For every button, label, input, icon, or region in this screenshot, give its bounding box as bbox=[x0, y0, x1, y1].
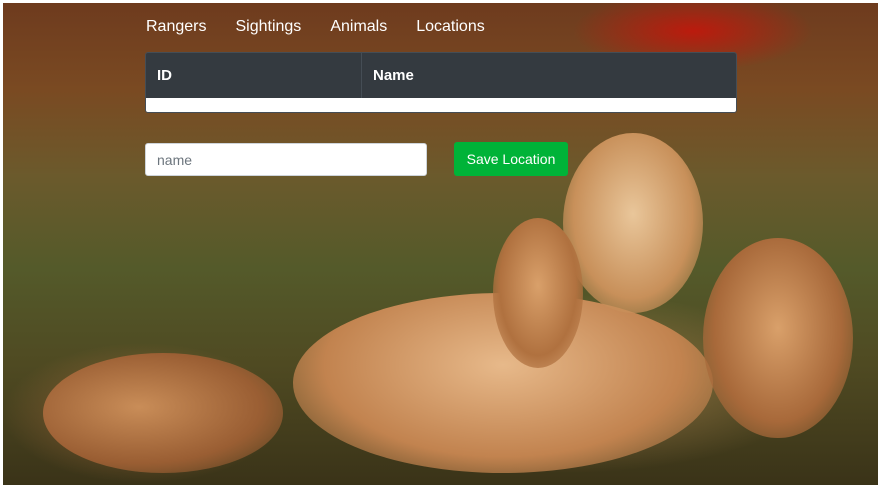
lioness-head-shape bbox=[563, 133, 703, 313]
table-body bbox=[146, 98, 736, 112]
cub-left-shape bbox=[43, 353, 283, 473]
save-location-button[interactable]: Save Location bbox=[454, 142, 568, 176]
top-nav: Rangers Sightings Animals Locations bbox=[146, 18, 485, 36]
nav-animals[interactable]: Animals bbox=[330, 18, 387, 36]
cub-center-shape bbox=[493, 218, 583, 368]
nav-rangers[interactable]: Rangers bbox=[146, 18, 206, 36]
nav-sightings[interactable]: Sightings bbox=[235, 18, 301, 36]
table-header: ID Name bbox=[146, 53, 736, 98]
column-header-id: ID bbox=[146, 53, 362, 98]
background-photo: Rangers Sightings Animals Locations ID N… bbox=[3, 3, 878, 485]
cub-right-shape bbox=[703, 238, 853, 438]
nav-locations[interactable]: Locations bbox=[416, 18, 485, 36]
locations-table: ID Name bbox=[145, 52, 737, 113]
location-name-input[interactable] bbox=[145, 143, 427, 176]
column-header-name: Name bbox=[373, 67, 414, 84]
